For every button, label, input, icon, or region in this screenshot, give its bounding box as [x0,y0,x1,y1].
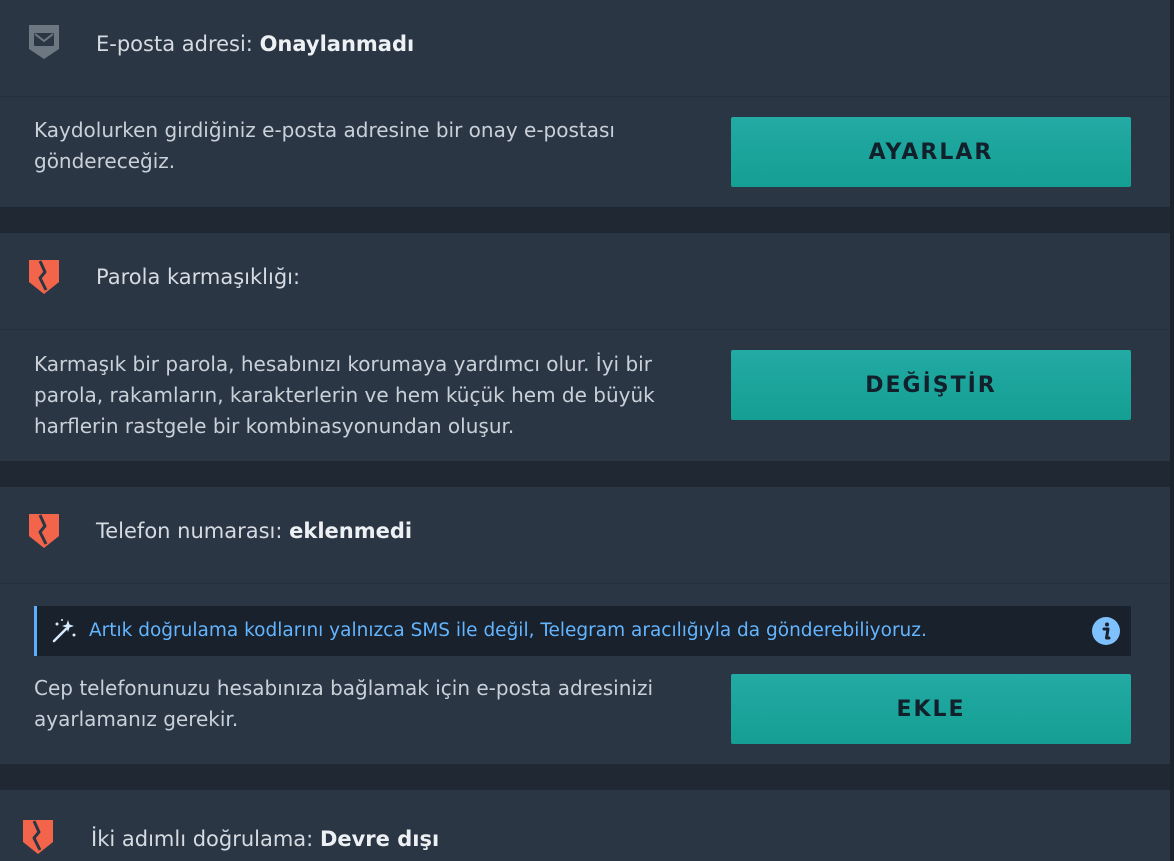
broken-shield-icon [29,260,59,294]
two-factor-title-prefix: İki adımlı doğrulama: [91,827,320,851]
mail-shield-icon [29,25,59,59]
info-icon[interactable] [1091,616,1121,646]
email-title: E-posta adresi: Onaylanmadı [96,31,414,57]
phone-status-value: eklenmedi [289,519,413,543]
broken-shield-icon [29,514,59,548]
broken-shield-icon [23,820,53,854]
phone-card-header: Telefon numarası: eklenmedi [0,487,1170,584]
phone-card: Telefon numarası: eklenmedi Artık doğrul… [0,487,1170,764]
telegram-notice-text: Artık doğrulama kodlarını yalnızca SMS i… [89,620,927,641]
change-password-button[interactable]: DEĞİŞTİR [731,350,1131,420]
telegram-notice: Artık doğrulama kodlarını yalnızca SMS i… [34,606,1131,656]
scrollbar[interactable] [1170,0,1174,861]
phone-title-prefix: Telefon numarası: [96,519,290,543]
password-title: Parola karmaşıklığı: [96,265,301,289]
magic-wand-icon [52,619,76,643]
email-description: Kaydolurken girdiğiniz e-posta adresine … [34,118,615,173]
email-card-header: E-posta adresi: Onaylanmadı [0,0,1170,97]
password-description: Karmaşık bir parola, hesabınızı korumaya… [34,352,655,438]
two-factor-card: İki adımlı doğrulama: Devre dışı [0,790,1170,861]
two-factor-title: İki adımlı doğrulama: Devre dışı [91,826,439,852]
email-status-value: Onaylanmadı [259,32,415,56]
phone-title: Telefon numarası: eklenmedi [96,518,412,544]
password-card-header: Parola karmaşıklığı: [0,233,1170,330]
two-factor-card-header: İki adımlı doğrulama: Devre dışı [0,790,1170,861]
two-factor-status-value: Devre dışı [319,827,440,851]
email-card: E-posta adresi: Onaylanmadı Kaydolurken … [0,0,1170,207]
email-title-prefix: E-posta adresi: [96,32,260,56]
password-card: Parola karmaşıklığı: Karmaşık bir parola… [0,233,1170,461]
settings-button[interactable]: AYARLAR [731,117,1131,187]
security-settings-page: E-posta adresi: Onaylanmadı Kaydolurken … [0,0,1174,861]
phone-description: Cep telefonunuzu hesabınıza bağlamak içi… [34,676,654,731]
add-phone-button[interactable]: EKLE [731,674,1131,744]
